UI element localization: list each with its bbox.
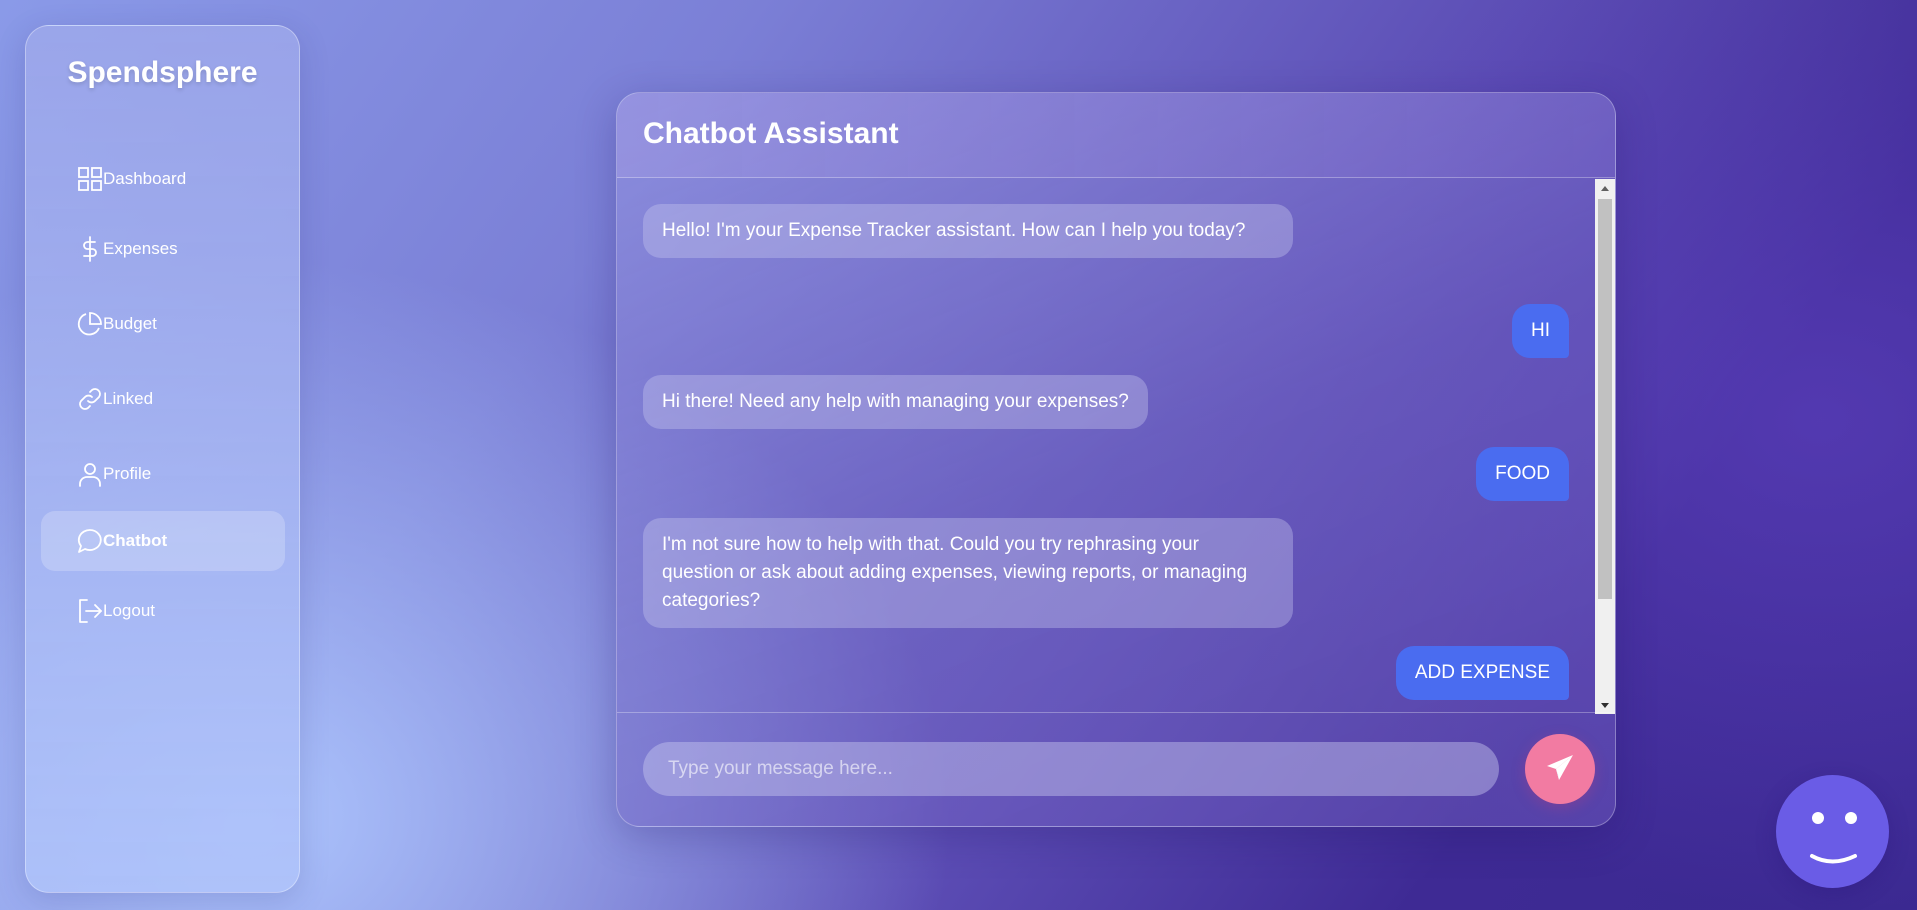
grid-icon bbox=[77, 166, 103, 192]
link-icon bbox=[77, 386, 103, 412]
sidebar-item-linked[interactable]: Linked bbox=[41, 369, 285, 429]
message-list bbox=[617, 179, 1597, 714]
user-message: FOOD bbox=[1476, 447, 1569, 501]
sidebar-item-label: Linked bbox=[103, 389, 154, 408]
chat-bubble-icon bbox=[77, 528, 103, 554]
bot-message: I'm not sure how to help with that. Coul… bbox=[643, 518, 1293, 628]
message-composer bbox=[617, 712, 1615, 826]
user-message: ADD EXPENSE bbox=[1395, 646, 1569, 700]
message-input[interactable] bbox=[643, 742, 1499, 796]
brand-logo: Spendsphere bbox=[67, 56, 258, 89]
bot-message: Hi there! Need any help with managing yo… bbox=[643, 375, 1148, 429]
send-icon bbox=[1544, 752, 1576, 787]
sidebar: Spendsphere Dashboard Expenses Budget Li… bbox=[25, 25, 300, 893]
sidebar-item-chatbot[interactable]: Chatbot bbox=[41, 511, 285, 571]
chat-panel: Chatbot Assistant Hello! I'm your Expens… bbox=[616, 92, 1616, 827]
scroll-up-arrow-icon[interactable] bbox=[1595, 179, 1615, 197]
sidebar-item-label: Logout bbox=[103, 601, 155, 620]
chat-title: Chatbot Assistant bbox=[643, 117, 899, 150]
sidebar-item-budget[interactable]: Budget bbox=[41, 294, 285, 354]
logout-icon bbox=[77, 598, 103, 624]
pie-chart-icon bbox=[77, 311, 103, 337]
send-button[interactable] bbox=[1525, 734, 1595, 804]
user-message: HI bbox=[1512, 304, 1569, 358]
sidebar-item-label: Expenses bbox=[103, 239, 178, 258]
user-icon bbox=[77, 461, 103, 487]
sidebar-item-label: Dashboard bbox=[103, 169, 187, 188]
message-scrollbar[interactable] bbox=[1595, 179, 1615, 714]
bot-message: Hello! I'm your Expense Tracker assistan… bbox=[643, 204, 1293, 258]
sidebar-item-label: Budget bbox=[103, 314, 157, 333]
sidebar-item-label: Chatbot bbox=[103, 531, 168, 550]
sidebar-item-expenses[interactable]: Expenses bbox=[41, 219, 285, 279]
sidebar-item-dashboard[interactable]: Dashboard bbox=[41, 149, 285, 209]
chat-header: Chatbot Assistant bbox=[617, 93, 1615, 178]
smiley-icon bbox=[1810, 812, 1857, 864]
dollar-icon bbox=[77, 236, 103, 262]
scroll-thumb[interactable] bbox=[1598, 199, 1612, 599]
sidebar-item-logout[interactable]: Logout bbox=[41, 581, 285, 641]
sidebar-item-profile[interactable]: Profile bbox=[41, 444, 285, 504]
chatbot-launcher[interactable] bbox=[1776, 775, 1889, 888]
sidebar-item-label: Profile bbox=[103, 464, 152, 483]
